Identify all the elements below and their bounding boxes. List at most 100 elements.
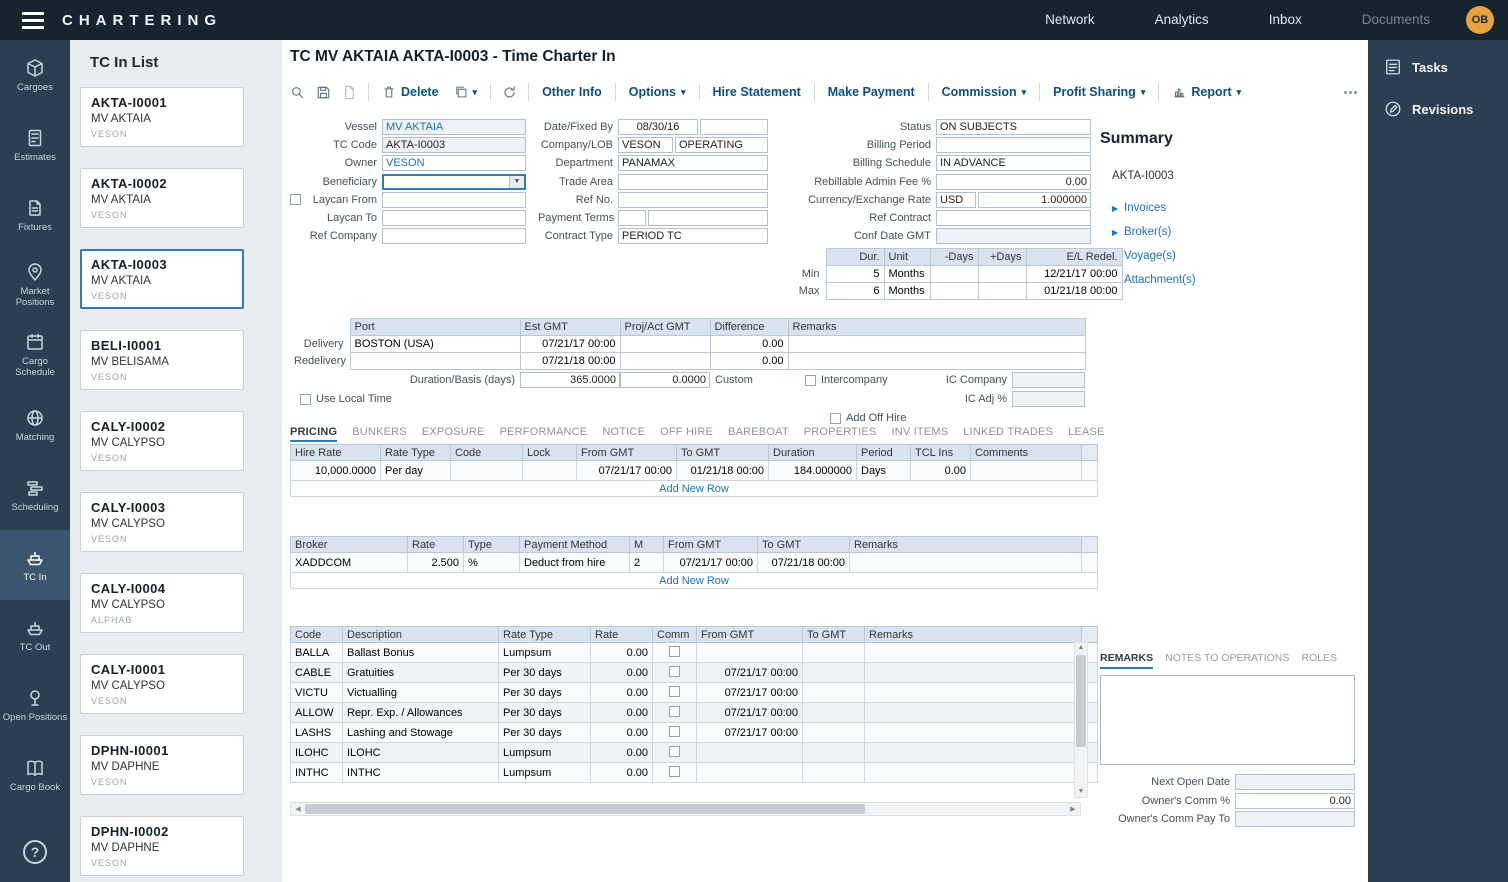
tc-in-card[interactable]: CALY-I0001 MV CALYPSO VESON xyxy=(80,654,244,714)
copy-button[interactable]: ▾ xyxy=(452,85,480,99)
sidebar-item-cargo-schedule[interactable]: Cargo Schedule xyxy=(0,320,70,390)
code-cell[interactable]: LASHS xyxy=(291,723,343,743)
refresh-icon[interactable] xyxy=(502,85,517,100)
description-cell[interactable]: Lashing and Stowage xyxy=(343,723,499,743)
sidebar-item-matching[interactable]: Matching xyxy=(0,390,70,460)
rate-cell[interactable]: 2.500 xyxy=(408,553,464,573)
from-gmt-cell[interactable] xyxy=(697,763,803,783)
tab-bareboat[interactable]: BAREBOAT xyxy=(728,426,789,442)
trade-area-field[interactable] xyxy=(618,174,768,190)
description-cell[interactable]: Repr. Exp. / Allowances xyxy=(343,703,499,723)
max-unit-cell[interactable]: Months xyxy=(884,283,930,300)
rate-type-cell[interactable]: Per 30 days xyxy=(499,703,591,723)
nav-network[interactable]: Network xyxy=(1015,0,1125,40)
lock-cell[interactable] xyxy=(523,461,577,481)
tc-in-card[interactable]: CALY-I0003 MV CALYPSO VESON xyxy=(80,492,244,552)
tab-roles[interactable]: ROLES xyxy=(1301,652,1337,669)
tc-in-card[interactable]: AKTA-I0002 MV AKTAIA VESON xyxy=(80,168,244,228)
redelivery-remarks-cell[interactable] xyxy=(788,353,1085,370)
comm-checkbox[interactable] xyxy=(669,726,680,737)
dropdown-arrow-icon[interactable]: ▼ xyxy=(509,176,524,188)
tab-pricing[interactable]: PRICING xyxy=(290,426,337,442)
horizontal-scrollbar[interactable]: ◀ ▶ xyxy=(290,802,1081,816)
conf-date-gmt-field[interactable] xyxy=(936,228,1091,244)
from-gmt-cell[interactable]: 07/21/17 00:00 xyxy=(697,703,803,723)
tab-exposure[interactable]: EXPOSURE xyxy=(422,426,485,442)
min-dur-cell[interactable]: 5 xyxy=(826,266,884,283)
rate-cell[interactable]: 0.00 xyxy=(591,723,653,743)
tab-lease[interactable]: LEASE xyxy=(1068,426,1104,442)
description-cell[interactable]: INTHC xyxy=(343,763,499,783)
options-button[interactable]: Options▾ xyxy=(627,85,688,99)
m-cell[interactable]: 2 xyxy=(630,553,664,573)
sidebar-item-cargo-book[interactable]: Cargo Book xyxy=(0,740,70,810)
description-cell[interactable]: Victualling xyxy=(343,683,499,703)
code-cell[interactable]: CABLE xyxy=(291,663,343,683)
status-field[interactable]: ON SUBJECTS xyxy=(936,119,1091,135)
next-open-date-field[interactable] xyxy=(1235,774,1355,790)
broker-add-new-row[interactable]: Add New Row xyxy=(291,573,1098,589)
comm-checkbox[interactable] xyxy=(669,646,680,657)
comm-checkbox[interactable] xyxy=(669,746,680,757)
exchange-rate-field[interactable]: 1.000000 xyxy=(978,192,1091,208)
rate-cell[interactable]: 0.00 xyxy=(591,703,653,723)
code-cell[interactable]: ALLOW xyxy=(291,703,343,723)
lob-field[interactable]: OPERATING xyxy=(675,137,768,153)
remarks-cell[interactable] xyxy=(865,723,1082,743)
remarks-cell[interactable] xyxy=(865,663,1082,683)
search-icon[interactable] xyxy=(290,85,305,100)
currency-field[interactable]: USD xyxy=(936,192,976,208)
rebillable-admin-fee-field[interactable]: 0.00 xyxy=(936,174,1091,190)
redelivery-difference-cell[interactable]: 0.00 xyxy=(710,353,788,370)
comm-checkbox[interactable] xyxy=(669,766,680,777)
payment-terms-field[interactable] xyxy=(648,210,768,226)
contract-type-field[interactable]: PERIOD TC xyxy=(618,228,768,244)
profit-sharing-button[interactable]: Profit Sharing▾ xyxy=(1051,85,1147,99)
min-plus-days-cell[interactable] xyxy=(978,266,1026,283)
scroll-up-icon[interactable]: ▲ xyxy=(1078,643,1085,653)
remarks-cell[interactable] xyxy=(865,683,1082,703)
add-off-hire-checkbox[interactable] xyxy=(830,413,841,424)
vessel-field[interactable]: MV AKTAIA xyxy=(382,119,526,135)
max-plus-days-cell[interactable] xyxy=(978,283,1026,300)
tab-linked-trades[interactable]: LINKED TRADES xyxy=(963,426,1053,442)
ic-company-field[interactable] xyxy=(1012,372,1085,388)
rate-cell[interactable]: 0.00 xyxy=(591,743,653,763)
delivery-est-gmt-cell[interactable]: 07/21/17 00:00 xyxy=(520,336,620,353)
ic-adj-field[interactable] xyxy=(1012,391,1085,407)
owners-comm-pay-to-field[interactable] xyxy=(1235,811,1355,827)
to-gmt-cell[interactable] xyxy=(803,723,865,743)
comm-checkbox[interactable] xyxy=(669,666,680,677)
rate-type-cell[interactable]: Per 30 days xyxy=(499,723,591,743)
sidebar-item-scheduling[interactable]: Scheduling xyxy=(0,460,70,530)
remarks-cell[interactable] xyxy=(865,643,1082,663)
max-dur-cell[interactable]: 6 xyxy=(826,283,884,300)
tab-remarks[interactable]: REMARKS xyxy=(1100,652,1153,669)
ref-company-field[interactable] xyxy=(382,228,526,244)
description-cell[interactable]: Gratuities xyxy=(343,663,499,683)
summary-link[interactable]: Voyage(s) xyxy=(1112,244,1362,268)
to-gmt-cell[interactable] xyxy=(803,763,865,783)
scrollbar-thumb[interactable] xyxy=(305,804,865,814)
tcl-ins-cell[interactable]: 0.00 xyxy=(911,461,971,481)
remarks-cell[interactable] xyxy=(850,553,1082,573)
basis-days-field[interactable]: 0.0000 xyxy=(620,372,710,388)
redelivery-port-cell[interactable] xyxy=(350,353,520,370)
code-cell[interactable]: BALLA xyxy=(291,643,343,663)
tc-in-card[interactable]: DPHN-I0002 MV DAPHNE VESON xyxy=(80,816,244,876)
hire-rate-cell[interactable]: 10,000.0000 xyxy=(291,461,381,481)
tab-inv-items[interactable]: INV ITEMS xyxy=(891,426,948,442)
payment-method-cell[interactable]: Deduct from hire xyxy=(520,553,630,573)
rate-type-cell[interactable]: Lumpsum xyxy=(499,743,591,763)
help-button[interactable]: ? xyxy=(0,822,70,882)
report-button[interactable]: Report▾ xyxy=(1170,85,1243,99)
to-gmt-cell[interactable] xyxy=(803,663,865,683)
hire-statement-button[interactable]: Hire Statement xyxy=(711,85,803,99)
max-minus-days-cell[interactable] xyxy=(930,283,978,300)
pricing-add-new-row[interactable]: Add New Row xyxy=(291,481,1098,497)
date-field[interactable]: 08/30/16 xyxy=(618,119,698,135)
broker-cell[interactable]: XADDCOM xyxy=(291,553,408,573)
comments-cell[interactable] xyxy=(971,461,1082,481)
tc-in-card[interactable]: CALY-I0002 MV CALYPSO VESON xyxy=(80,411,244,471)
owners-comm-field[interactable]: 0.00 xyxy=(1235,793,1355,809)
